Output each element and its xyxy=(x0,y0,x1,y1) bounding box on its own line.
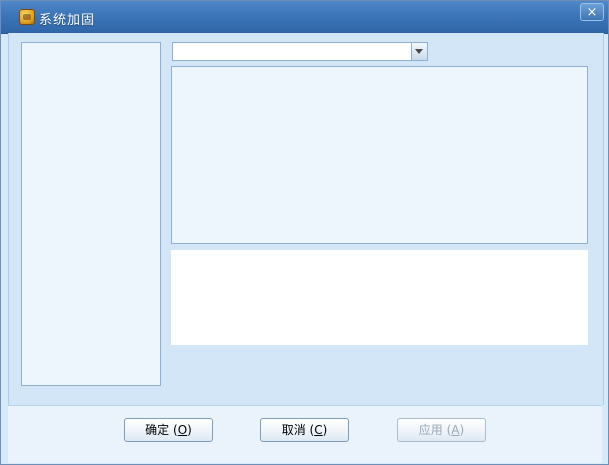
cancel-button[interactable]: 取消 (C) xyxy=(260,418,349,442)
cancel-button-label: 取消 xyxy=(281,423,306,437)
content-panel[interactable] xyxy=(171,66,588,244)
description-panel xyxy=(171,250,588,345)
apply-button-accel: A xyxy=(451,423,460,437)
title-bar[interactable]: 系统加固 × xyxy=(1,1,608,34)
cancel-button-accel: C xyxy=(314,423,323,437)
app-logo-icon xyxy=(19,9,35,25)
item-select[interactable] xyxy=(172,42,428,61)
ok-button[interactable]: 确定 (O) xyxy=(124,418,213,442)
apply-button[interactable]: 应用 (A) xyxy=(397,418,486,442)
window-title: 系统加固 xyxy=(39,13,96,28)
ok-button-label: 确定 xyxy=(145,423,170,437)
ok-button-accel: O xyxy=(177,423,188,437)
close-button[interactable]: × xyxy=(580,3,604,21)
apply-button-label: 应用 xyxy=(418,423,443,437)
chevron-down-icon[interactable] xyxy=(411,43,427,60)
system-hardening-window: 系统加固 × 确定 (O) 取消 (C) 应用 (A) xyxy=(0,0,609,465)
category-list[interactable] xyxy=(21,42,161,386)
